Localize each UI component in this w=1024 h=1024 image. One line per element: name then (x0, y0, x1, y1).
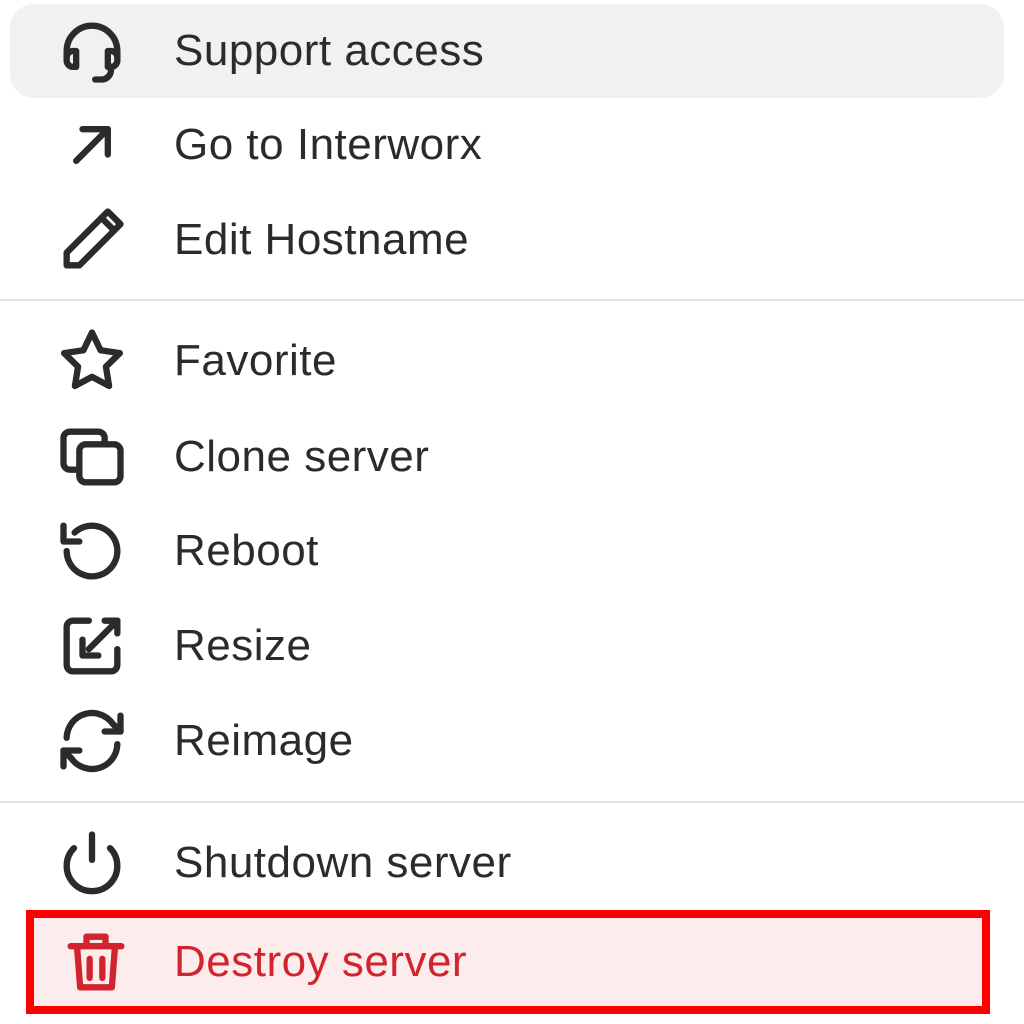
menu-item-label: Support access (174, 26, 485, 75)
server-actions-menu: Support access Go to Interworx Edit Host… (0, 0, 1024, 1024)
menu-divider (0, 299, 1024, 301)
menu-item-resize[interactable]: Resize (10, 599, 1004, 693)
rotate-ccw-icon (54, 513, 130, 589)
copy-icon (54, 419, 130, 495)
power-icon (54, 825, 130, 901)
refresh-icon (54, 703, 130, 779)
menu-item-edit-hostname[interactable]: Edit Hostname (10, 193, 1004, 287)
menu-divider (0, 801, 1024, 803)
menu-item-label: Reimage (174, 716, 354, 765)
menu-item-reimage[interactable]: Reimage (10, 694, 1004, 788)
menu-item-label: Reboot (174, 526, 319, 575)
menu-item-favorite[interactable]: Favorite (10, 314, 1004, 408)
star-icon (54, 323, 130, 399)
resize-icon (54, 608, 130, 684)
menu-item-shutdown-server[interactable]: Shutdown server (10, 816, 1004, 910)
menu-item-label: Go to Interworx (174, 120, 483, 169)
menu-item-label: Resize (174, 621, 312, 670)
arrow-up-right-icon (54, 107, 130, 183)
menu-item-label: Clone server (174, 432, 430, 481)
menu-item-destroy-server[interactable]: Destroy server (26, 910, 990, 1014)
menu-item-label: Edit Hostname (174, 215, 470, 264)
menu-item-go-to-interworx[interactable]: Go to Interworx (10, 98, 1004, 192)
headset-icon (54, 13, 130, 89)
menu-item-label: Shutdown server (174, 838, 512, 887)
menu-item-support-access[interactable]: Support access (10, 4, 1004, 98)
menu-item-clone-server[interactable]: Clone server (10, 410, 1004, 504)
menu-item-label: Favorite (174, 336, 337, 385)
trash-icon (58, 924, 134, 1000)
menu-item-reboot[interactable]: Reboot (10, 504, 1004, 598)
menu-item-label: Destroy server (174, 937, 468, 986)
pencil-icon (54, 202, 130, 278)
